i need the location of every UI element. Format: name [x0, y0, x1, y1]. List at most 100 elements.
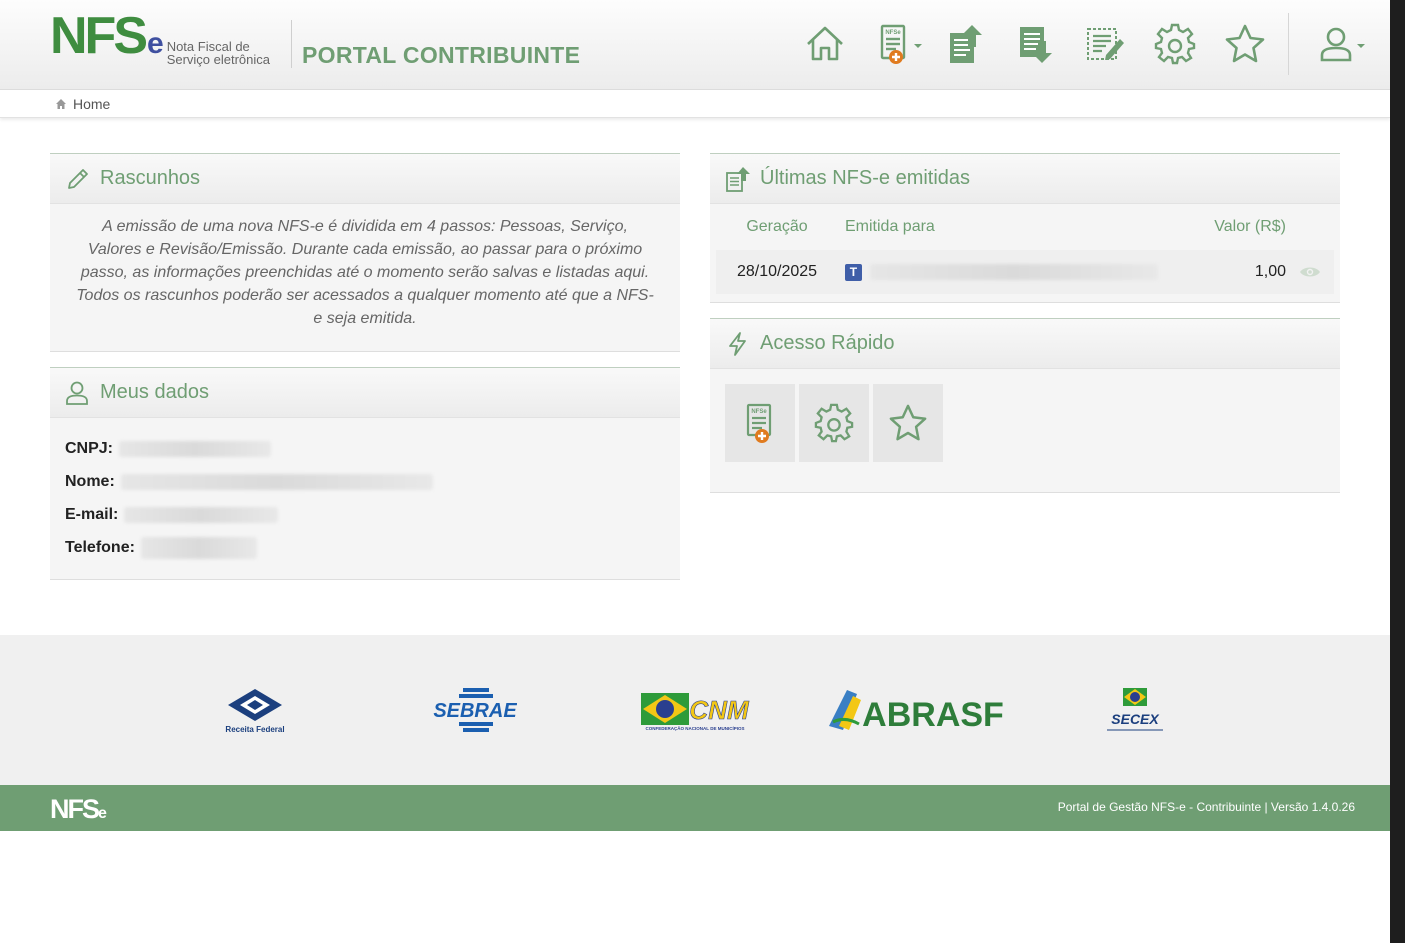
nfse-new-icon: NFSe	[880, 24, 906, 64]
pencil-icon	[68, 168, 88, 189]
secex-logo[interactable]: SECEX	[1100, 685, 1170, 735]
acesso-rapido-title: Acesso Rápido	[760, 332, 895, 354]
col-valor[interactable]: Valor (R$)	[1158, 218, 1286, 236]
cnpj-label: CNPJ:	[65, 439, 114, 457]
meus-dados-fields: CNPJ: Nome: E-mail: Telefone:	[50, 418, 680, 564]
nome-label: Nome:	[65, 472, 115, 490]
gear-icon	[814, 403, 854, 443]
main-nav: NFSe	[790, 13, 1373, 75]
upload-document-icon	[726, 166, 750, 192]
cnm-text: CNM	[689, 695, 750, 725]
nome-value-redacted	[120, 473, 433, 490]
quick-access-buttons: NFSe	[710, 369, 1340, 477]
meus-dados-header: Meus dados	[50, 368, 680, 418]
telefone-row: Telefone:	[65, 531, 665, 564]
nome-row: Nome:	[65, 465, 665, 498]
home-icon	[807, 26, 843, 61]
tomador-name-redacted	[869, 264, 1158, 280]
telefone-label: Telefone:	[65, 538, 135, 556]
svg-text:NFSe: NFSe	[885, 30, 901, 36]
abrasf-logo[interactable]: ABRASF	[824, 685, 1008, 735]
chevron-down-icon	[1357, 44, 1365, 48]
nav-user-button[interactable]	[1303, 16, 1373, 72]
quick-new-nfse-button[interactable]: NFSe	[725, 384, 795, 462]
gear-icon	[1154, 23, 1196, 65]
breadcrumb: Home	[0, 90, 1390, 118]
portal-title: PORTAL CONTRIBUINTE	[302, 42, 581, 68]
table-row[interactable]: 28/10/2025 T 1,00	[716, 250, 1334, 294]
row-view-button[interactable]	[1286, 265, 1334, 279]
abrasf-icon: ABRASF	[829, 690, 1004, 734]
row-emitida-para: T	[838, 263, 1158, 281]
rascunhos-header: Rascunhos	[50, 154, 680, 204]
col-emitida-para[interactable]: Emitida para	[838, 218, 1158, 236]
svg-text:NFSe: NFSe	[751, 409, 767, 415]
star-icon	[1225, 24, 1265, 63]
chevron-down-icon	[914, 44, 922, 48]
logo-subtitle: Nota Fiscal de Serviço eletrônica	[167, 40, 270, 66]
meus-dados-panel: Meus dados CNPJ: Nome: E-mail: Telefone:	[50, 367, 680, 580]
logo-sub-line2: Serviço eletrônica	[166, 52, 271, 67]
rascunhos-panel: Rascunhos A emissão de uma nova NFS-e é …	[50, 153, 680, 352]
nav-received-button[interactable]	[1000, 16, 1070, 72]
sebrae-logo[interactable]: SEBRAE	[432, 685, 518, 735]
telefone-value-redacted	[140, 536, 257, 559]
cnm-icon: CNM CONFEDERAÇÃO NACIONAL DE MUNICÍPIOS	[641, 693, 750, 731]
page: NFSe Nota Fiscal de Serviço eletrônica P…	[0, 0, 1390, 943]
star-icon	[889, 404, 927, 441]
nav-separator	[1288, 13, 1289, 75]
ultimas-nfse-title: Últimas NFS-e emitidas	[760, 167, 971, 189]
email-label: E-mail:	[65, 505, 119, 523]
lightning-icon	[729, 331, 746, 356]
nfse-new-icon: NFSe	[746, 403, 772, 443]
footer-logo-main: NFS	[50, 794, 100, 824]
home-icon	[56, 99, 66, 109]
row-geracao: 28/10/2025	[736, 263, 818, 280]
tomador-badge: T	[845, 263, 862, 281]
sebrae-icon: SEBRAE	[433, 688, 517, 732]
quick-favorites-button[interactable]	[873, 384, 943, 462]
nfse-table: Geração Emitida para Valor (R$) 28/10/20…	[710, 204, 1340, 294]
ultimas-nfse-header: Últimas NFS-e emitidas	[710, 154, 1340, 204]
user-icon	[1320, 27, 1352, 62]
rascunhos-description: A emissão de uma nova NFS-e é dividida e…	[76, 218, 654, 327]
download-document-icon	[1020, 27, 1052, 63]
rascunhos-title: Rascunhos	[100, 167, 201, 189]
receita-federal-logo[interactable]: Receita Federal	[222, 685, 288, 735]
partners-band: Receita Federal SEBRAE CNM CONFEDERAÇÃO …	[0, 635, 1390, 785]
row-valor: 1,00	[1254, 263, 1286, 280]
header: NFSe Nota Fiscal de Serviço eletrônica P…	[0, 0, 1390, 90]
window-scrollbar[interactable]	[1390, 0, 1405, 943]
logo-text: NFSe	[50, 10, 164, 68]
nav-home-button[interactable]	[790, 16, 860, 72]
header-divider	[291, 20, 292, 68]
acesso-rapido-header: Acesso Rápido	[710, 319, 1340, 369]
footer: NFSe Portal de Gestão NFS-e - Contribuin…	[0, 785, 1390, 831]
breadcrumb-home-label: Home	[73, 96, 111, 112]
cnm-logo[interactable]: CNM CONFEDERAÇÃO NACIONAL DE MUNICÍPIOS	[638, 685, 752, 735]
nav-drafts-button[interactable]	[1070, 16, 1140, 72]
nfse-table-header: Geração Emitida para Valor (R$)	[716, 204, 1334, 250]
user-icon	[66, 381, 88, 405]
nav-new-nfse-button[interactable]: NFSe	[860, 16, 930, 72]
logo-main: NFS	[50, 7, 148, 65]
secex-icon: SECEX	[1107, 688, 1163, 731]
nfse-logo[interactable]: NFSe Nota Fiscal de Serviço eletrônica	[50, 10, 270, 68]
quick-settings-button[interactable]	[799, 384, 869, 462]
edit-document-icon	[1087, 28, 1124, 60]
email-value-redacted	[124, 506, 279, 523]
nav-settings-button[interactable]	[1140, 16, 1210, 72]
logo-e: e	[147, 27, 164, 60]
cnpj-row: CNPJ:	[65, 432, 665, 465]
email-row: E-mail:	[65, 498, 665, 531]
cnpj-value-redacted	[119, 440, 272, 457]
nav-issued-button[interactable]	[930, 16, 1000, 72]
nav-favorites-button[interactable]	[1210, 16, 1280, 72]
ultimas-nfse-panel: Últimas NFS-e emitidas Geração Emitida p…	[710, 153, 1340, 303]
meus-dados-title: Meus dados	[100, 381, 209, 403]
col-geracao[interactable]: Geração	[716, 218, 838, 236]
breadcrumb-home[interactable]: Home	[55, 96, 110, 112]
footer-logo-e: e	[98, 805, 107, 822]
footer-logo: NFSe	[50, 794, 107, 825]
receita-label: Receita Federal	[225, 724, 285, 734]
